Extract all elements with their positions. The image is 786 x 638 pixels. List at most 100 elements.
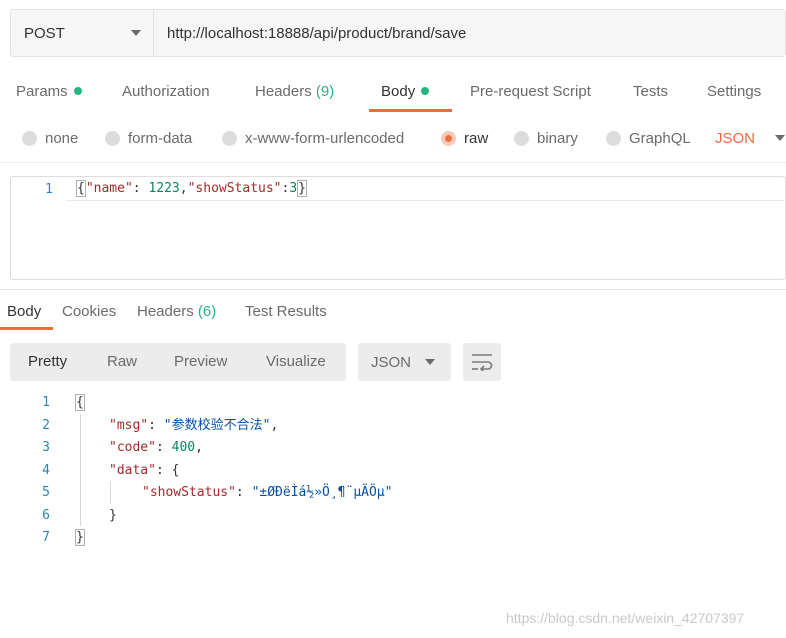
json-key: "code" bbox=[109, 440, 156, 455]
wrap-lines-icon bbox=[472, 354, 493, 371]
view-raw-button[interactable]: Raw bbox=[107, 343, 137, 381]
tab-response-body[interactable]: Body bbox=[7, 292, 41, 332]
radio-graphql[interactable]: GraphQL bbox=[606, 118, 691, 158]
code-line: "showStatus": "±ØÐëÌá½»Ö¸¶¨µÄÖµ" bbox=[142, 482, 392, 504]
watermark: https://blog.csdn.net/weixin_42707397 bbox=[506, 610, 745, 626]
method-select[interactable]: POST bbox=[11, 10, 154, 56]
json-punct: : bbox=[155, 440, 172, 455]
status-dot-icon bbox=[73, 87, 82, 95]
wrap-lines-button[interactable] bbox=[463, 343, 501, 381]
radio-x-www-form-urlencoded[interactable]: x-www-form-urlencoded bbox=[222, 118, 404, 158]
request-body-editor[interactable]: 1 {"name": 1223,"showStatus":3} bbox=[10, 176, 786, 280]
tab-headers[interactable]: Headers (9) bbox=[255, 72, 334, 112]
bracket: { bbox=[76, 180, 86, 197]
active-tab-underline bbox=[0, 327, 53, 330]
radio-icon bbox=[22, 130, 37, 146]
code-line: } bbox=[75, 527, 85, 549]
response-body-viewer[interactable]: 1 2 3 4 5 6 7 { "msg": "参数校验不合法", "code"… bbox=[0, 392, 786, 562]
json-number: 1223 bbox=[148, 181, 180, 196]
response-format-label: JSON bbox=[371, 353, 412, 371]
tab-test-results[interactable]: Test Results bbox=[245, 292, 327, 332]
tab-count: (9) bbox=[315, 83, 335, 100]
divider bbox=[0, 162, 786, 163]
code-line: "msg": "参数校验不合法", bbox=[109, 415, 278, 437]
view-mode-group: Pretty Raw Preview Visualize bbox=[10, 343, 346, 381]
method-label: POST bbox=[24, 24, 65, 42]
json-string: "参数校验不合法" bbox=[163, 418, 271, 433]
active-tab-underline bbox=[369, 109, 452, 112]
line-number: 4 bbox=[42, 463, 50, 478]
radio-icon bbox=[105, 130, 120, 146]
tab-label: Authorization bbox=[122, 83, 210, 100]
json-punct: , bbox=[270, 418, 279, 433]
json-key: "data" bbox=[109, 463, 156, 478]
radio-none[interactable]: none bbox=[22, 118, 78, 158]
line-number: 7 bbox=[42, 530, 50, 545]
bracket: } bbox=[297, 180, 307, 197]
json-punct: , bbox=[195, 440, 203, 455]
chevron-down-icon bbox=[775, 135, 786, 141]
radio-icon bbox=[514, 130, 529, 146]
json-punct: : bbox=[132, 181, 149, 196]
tab-label: Body bbox=[7, 303, 42, 320]
view-preview-button[interactable]: Preview bbox=[174, 343, 227, 381]
radio-form-data[interactable]: form-data bbox=[105, 118, 192, 158]
tab-tests[interactable]: Tests bbox=[633, 72, 668, 112]
tab-body[interactable]: Body bbox=[381, 72, 430, 112]
line-number: 3 bbox=[42, 440, 50, 455]
tab-label: Test Results bbox=[245, 303, 327, 320]
code-line: "data": { bbox=[109, 460, 179, 482]
line-number: 2 bbox=[42, 418, 50, 433]
line-number: 6 bbox=[42, 508, 50, 523]
json-key: "showStatus" bbox=[187, 181, 282, 196]
bracket: { bbox=[171, 463, 180, 478]
chevron-down-icon bbox=[131, 30, 141, 36]
url-input[interactable]: http://localhost:18888/api/product/brand… bbox=[154, 10, 785, 56]
tab-label: Body bbox=[381, 83, 416, 100]
radio-binary[interactable]: binary bbox=[514, 118, 578, 158]
response-format-select[interactable]: JSON bbox=[358, 343, 451, 381]
view-pretty-button[interactable]: Pretty bbox=[28, 343, 67, 381]
indent-guide bbox=[80, 414, 81, 526]
tab-label: Pre-request Script bbox=[470, 83, 591, 100]
json-key: "showStatus" bbox=[142, 485, 236, 500]
line-number: 5 bbox=[42, 485, 50, 500]
line-number: 1 bbox=[42, 395, 50, 410]
tab-label: Cookies bbox=[62, 303, 117, 320]
radio-icon bbox=[222, 130, 237, 146]
json-punct: , bbox=[179, 181, 188, 196]
bracket: { bbox=[75, 394, 85, 411]
json-punct: : bbox=[155, 463, 172, 478]
tab-response-headers[interactable]: Headers (6) bbox=[137, 292, 216, 332]
json-punct: : bbox=[235, 485, 252, 500]
tab-authorization[interactable]: Authorization bbox=[122, 72, 210, 112]
tab-label: Headers bbox=[137, 303, 194, 320]
bracket: } bbox=[109, 508, 117, 523]
bracket: } bbox=[75, 529, 85, 546]
code-line: { bbox=[75, 392, 85, 414]
radio-raw[interactable]: raw bbox=[441, 118, 488, 158]
request-tabs: Params Authorization Headers (9) Body Pr… bbox=[0, 72, 786, 112]
radio-label: binary bbox=[537, 129, 578, 147]
radio-icon bbox=[606, 130, 621, 146]
radio-label: raw bbox=[464, 129, 489, 147]
code-line: {"name": 1223,"showStatus":3} bbox=[76, 178, 307, 200]
code-line: } bbox=[109, 505, 117, 527]
request-bar: POST http://localhost:18888/api/product/… bbox=[10, 9, 786, 57]
indent-guide bbox=[110, 481, 111, 504]
tab-pre-request-script[interactable]: Pre-request Script bbox=[470, 72, 591, 112]
view-visualize-button[interactable]: Visualize bbox=[266, 343, 326, 381]
tab-label: Headers bbox=[255, 83, 312, 100]
tab-count: (6) bbox=[197, 303, 217, 320]
json-punct: : bbox=[148, 418, 164, 433]
radio-label: GraphQL bbox=[629, 129, 691, 147]
tab-params[interactable]: Params bbox=[16, 72, 82, 112]
tab-settings[interactable]: Settings bbox=[707, 72, 761, 112]
tab-cookies[interactable]: Cookies bbox=[62, 292, 116, 332]
radio-label: form-data bbox=[128, 129, 193, 147]
tab-label: Settings bbox=[707, 83, 762, 100]
body-format-select[interactable]: JSON bbox=[715, 118, 786, 158]
tab-label: Params bbox=[16, 83, 68, 100]
radio-label: x-www-form-urlencoded bbox=[245, 129, 405, 147]
divider bbox=[0, 289, 786, 290]
